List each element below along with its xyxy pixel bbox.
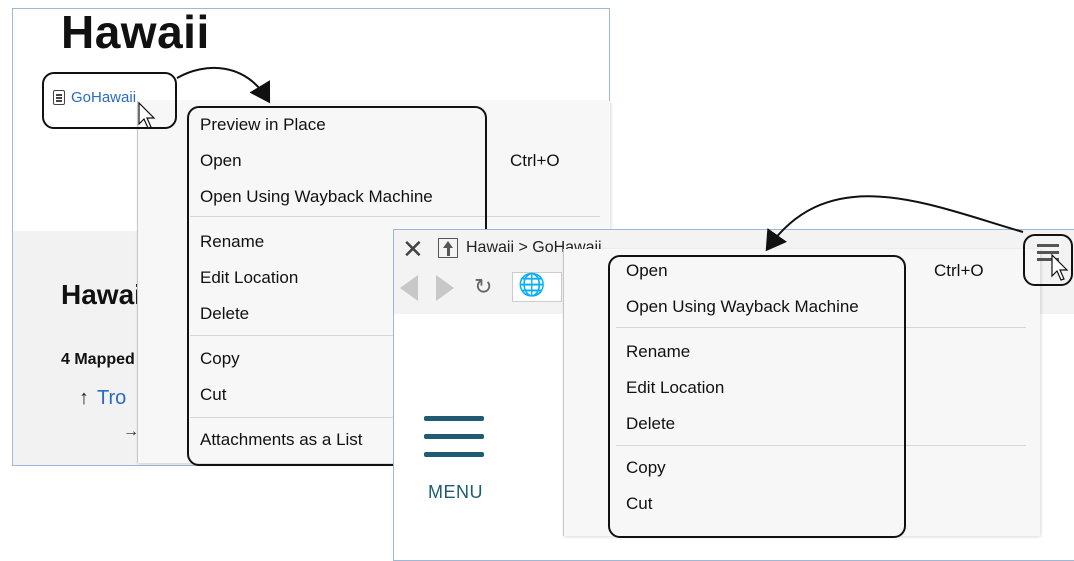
- up-arrow-glyph: ↑: [79, 387, 89, 409]
- up-arrow-icon[interactable]: [438, 238, 458, 258]
- menu-item-open-shortcut: Ctrl+O: [510, 151, 560, 170]
- globe-icon: 🌐: [518, 272, 546, 297]
- trop-link[interactable]: Tro: [97, 387, 126, 409]
- hamburger-highlight-box: [1023, 234, 1073, 286]
- site-menu-icon[interactable]: [424, 416, 484, 470]
- close-icon[interactable]: ✕: [402, 236, 424, 262]
- trop-row[interactable]: ↑ Tro: [79, 387, 126, 410]
- section-subtitle: 4 Mapped: [61, 351, 135, 368]
- forward-arrow-icon[interactable]: [436, 275, 454, 301]
- site-menu-label[interactable]: MENU: [428, 482, 483, 503]
- link-highlight-box: [42, 72, 177, 129]
- page-title: Hawaii: [61, 8, 210, 58]
- right-menu-highlight-box: [608, 255, 906, 538]
- reload-icon[interactable]: ↻: [474, 274, 492, 300]
- menu-item-open-shortcut: Ctrl+O: [934, 261, 984, 280]
- back-arrow-icon[interactable]: [400, 275, 418, 301]
